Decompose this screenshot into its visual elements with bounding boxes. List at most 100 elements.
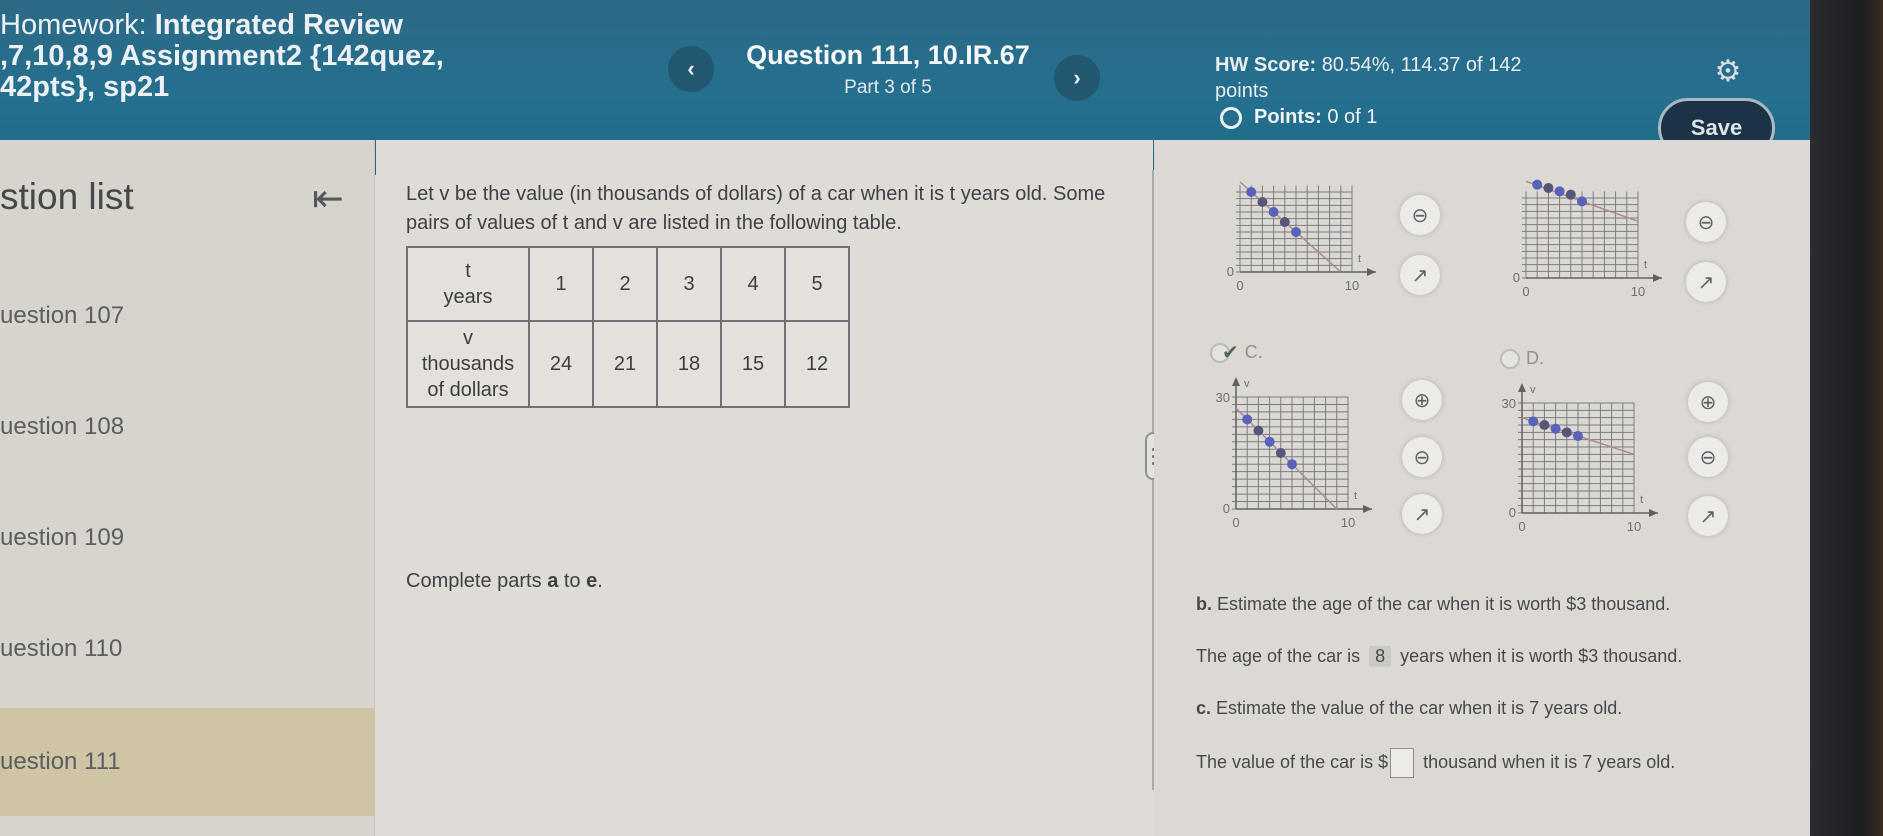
question-prompt: Let v be the value (in thousands of doll… xyxy=(406,183,1106,234)
hw-score-value: 80.54%, 114.37 of 142 xyxy=(1321,54,1522,76)
data-point xyxy=(1264,436,1275,447)
assignment-title-line2: ,7,10,8,9 Assignment2 {142quez, xyxy=(0,40,444,72)
data-point xyxy=(1543,183,1554,193)
x-min-tick-label: 0 xyxy=(1518,519,1525,534)
gear-icon[interactable]: ⚙ xyxy=(1714,57,1742,87)
x-min-tick-label: 0 xyxy=(1522,284,1529,299)
table-header-t: t years xyxy=(406,246,530,322)
zoom-in-icon[interactable]: ⊕ xyxy=(1688,382,1728,422)
data-point xyxy=(1561,427,1572,438)
option-a-graph-svg: 00 10 t xyxy=(1227,181,1376,293)
data-point xyxy=(1275,448,1286,458)
x-max-tick-label: 10 xyxy=(1631,284,1645,299)
sidebar-item-question-108[interactable]: uestion 108 xyxy=(0,373,375,481)
data-point xyxy=(1246,187,1257,197)
table-cell: 4 xyxy=(720,246,786,322)
table-row-v: v thousands of dollars 24 21 18 15 12 xyxy=(406,320,850,408)
sidebar-item-question-110[interactable]: uestion 110 xyxy=(0,595,375,703)
question-points: Points: 0 of 1 xyxy=(1220,106,1377,129)
zoom-out-icon[interactable]: ⊖ xyxy=(1686,202,1726,242)
table-cell: 21 xyxy=(592,320,658,408)
previous-question-button[interactable]: ‹ xyxy=(668,46,714,92)
data-point xyxy=(1539,420,1550,430)
x-axis-arrow xyxy=(1363,505,1372,513)
data-point xyxy=(1268,207,1279,217)
x-max-tick-label: 10 xyxy=(1627,519,1641,534)
x-min-tick-label: 0 xyxy=(1232,515,1239,530)
collapse-left-icon[interactable]: ⇤ xyxy=(312,176,344,221)
header-v-unit-1: thousands xyxy=(421,353,515,375)
instructions: Complete parts a to e. xyxy=(406,570,603,593)
option-d-graph: v 30 0 0 10 t xyxy=(1500,383,1700,570)
open-external-icon[interactable]: ↗ xyxy=(1688,496,1728,536)
table-cell: 12 xyxy=(784,320,850,408)
instructions-to: to xyxy=(563,570,581,592)
option-c-label: C. xyxy=(1244,342,1263,362)
table-cell: 24 xyxy=(528,320,594,408)
hw-score-suffix: points xyxy=(1215,80,1269,102)
x-axis-arrow xyxy=(1649,509,1658,517)
data-point xyxy=(1279,217,1290,227)
option-d-radio[interactable] xyxy=(1500,348,1520,369)
points-value: 0 of 1 xyxy=(1327,106,1378,128)
x-axis-label: t xyxy=(1644,259,1647,271)
part-c-question: c. Estimate the value of the car when it… xyxy=(1196,698,1622,719)
y-min-tick-label: 0 xyxy=(1513,270,1520,285)
y-min-tick-label: 0 xyxy=(1509,505,1516,520)
sidebar-item-question-111[interactable]: uestion 111 xyxy=(0,708,375,816)
x-max-tick-label: 10 xyxy=(1341,515,1355,530)
zoom-out-icon[interactable]: ⊖ xyxy=(1400,195,1440,235)
zoom-out-icon[interactable]: ⊖ xyxy=(1402,437,1442,477)
option-b-graph-svg: 00 10 t xyxy=(1513,179,1662,299)
option-d-graph-svg: v 30 00 10 t xyxy=(1502,383,1658,534)
next-question-button[interactable]: › xyxy=(1054,55,1100,101)
instructions-a: a xyxy=(547,570,559,592)
table-cell: 3 xyxy=(656,246,722,322)
screen: Homework: Integrated Review ,7,10,8,9 As… xyxy=(0,0,1810,836)
open-external-icon[interactable]: ↗ xyxy=(1400,255,1440,295)
zoom-out-icon[interactable]: ⊖ xyxy=(1688,437,1728,477)
x-min-tick-label: 0 xyxy=(1236,278,1243,293)
x-axis-arrow xyxy=(1367,268,1376,276)
y-min-tick-label: 0 xyxy=(1227,264,1234,279)
data-point xyxy=(1554,186,1565,197)
header-v-unit-2: of dollars xyxy=(427,379,509,401)
y-max-tick-label: 30 xyxy=(1502,396,1516,411)
open-external-icon[interactable]: ↗ xyxy=(1402,494,1442,534)
y-min-tick-label: 0 xyxy=(1223,501,1230,516)
option-c[interactable]: ✔ C. xyxy=(1210,340,1263,365)
data-point xyxy=(1291,227,1301,237)
part-c-answer-field[interactable] xyxy=(1390,748,1415,778)
points-status-icon xyxy=(1220,106,1242,129)
x-axis-label: t xyxy=(1358,253,1361,265)
x-max-tick-label: 10 xyxy=(1345,278,1359,293)
part-c-answer-prefix: The value of the car is $ xyxy=(1196,751,1389,772)
part-b-answer-suffix: years when it is worth $3 thousand. xyxy=(1400,646,1683,666)
part-b-answer-field[interactable]: 8 xyxy=(1369,646,1392,667)
question-list-sidebar: stion list ⇤ uestion 107 uestion 108 ues… xyxy=(0,140,375,836)
instructions-end: . xyxy=(597,570,603,592)
instructions-e: e xyxy=(586,570,598,592)
hw-score-label: HW Score: xyxy=(1215,54,1317,76)
sidebar-item-question-107[interactable]: uestion 107 xyxy=(0,262,375,370)
part-c-text: Estimate the value of the car when it is… xyxy=(1216,698,1623,718)
x-axis-arrow xyxy=(1653,274,1662,282)
points-label: Points: xyxy=(1254,106,1322,128)
x-axis-label: t xyxy=(1640,494,1643,506)
option-d[interactable]: D. xyxy=(1500,348,1544,369)
option-c-graph-svg: v 30 00 10 t xyxy=(1216,377,1372,530)
data-point xyxy=(1550,423,1561,434)
question-part: Part 3 of 5 xyxy=(844,77,932,98)
y-axis-label: v xyxy=(1244,378,1250,390)
data-point xyxy=(1532,179,1543,190)
open-external-icon[interactable]: ↗ xyxy=(1686,262,1726,302)
assignment-title-line1: Integrated Review xyxy=(154,9,403,41)
y-axis-label: v xyxy=(1530,384,1536,396)
part-b-text: Estimate the age of the car when it is w… xyxy=(1217,594,1671,614)
data-point xyxy=(1528,416,1539,427)
data-table: t years 1 2 3 4 5 v thousands of dollars… xyxy=(406,246,850,408)
assignment-title-line3: 42pts}, sp21 xyxy=(0,71,170,103)
chevron-left-icon: ‹ xyxy=(687,56,695,81)
sidebar-item-question-109[interactable]: uestion 109 xyxy=(0,484,375,592)
zoom-in-icon[interactable]: ⊕ xyxy=(1402,380,1442,420)
